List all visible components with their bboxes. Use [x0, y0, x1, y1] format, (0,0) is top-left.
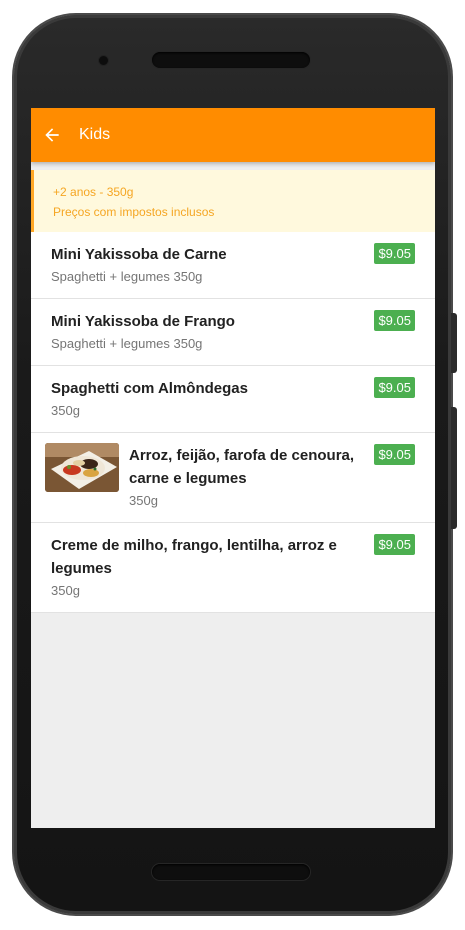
list-item[interactable]: Spaghetti com Almôndegas 350g $9.05 [31, 366, 435, 433]
price-badge: $9.05 [374, 534, 415, 555]
earpiece-speaker [152, 52, 310, 68]
app-screen: Kids +2 anos - 350g Preços com impostos … [31, 108, 435, 828]
item-description: 350g [129, 493, 158, 508]
notice-age-weight: +2 anos - 350g [53, 185, 134, 199]
notice-taxes: Preços com impostos inclusos [53, 205, 215, 219]
info-notice: +2 anos - 350g Preços com impostos inclu… [31, 170, 435, 232]
list-item[interactable]: Creme de milho, frango, lentilha, arroz … [31, 523, 435, 613]
list-item[interactable]: Arroz, feijão, farofa de cenoura, carne … [31, 433, 435, 523]
app-bar: Kids [31, 108, 435, 162]
item-name: Mini Yakissoba de Carne [51, 246, 227, 263]
price-badge: $9.05 [374, 243, 415, 264]
item-description: 350g [51, 403, 80, 418]
item-name: Creme de milho, frango, lentilha, arroz … [51, 537, 337, 577]
volume-button [451, 313, 457, 373]
list-item[interactable]: Mini Yakissoba de Frango Spaghetti + leg… [31, 299, 435, 366]
item-description: 350g [51, 583, 80, 598]
price-badge: $9.05 [374, 377, 415, 398]
menu-list: Mini Yakissoba de Carne Spaghetti + legu… [31, 232, 435, 613]
item-description: Spaghetti + legumes 350g [51, 336, 203, 351]
item-name: Arroz, feijão, farofa de cenoura, carne … [129, 447, 355, 487]
price-badge: $9.05 [374, 444, 415, 465]
price-badge: $9.05 [374, 310, 415, 331]
item-name: Spaghetti com Almôndegas [51, 380, 248, 397]
item-description: Spaghetti + legumes 350g [51, 269, 203, 284]
power-button [451, 407, 457, 529]
item-name: Mini Yakissoba de Frango [51, 313, 235, 330]
front-camera [99, 56, 108, 65]
food-plate-image [45, 443, 119, 492]
page-title: Kids [79, 126, 111, 143]
list-item[interactable]: Mini Yakissoba de Carne Spaghetti + legu… [31, 232, 435, 299]
arrow-back-icon[interactable] [40, 123, 64, 147]
bottom-speaker [152, 864, 310, 880]
